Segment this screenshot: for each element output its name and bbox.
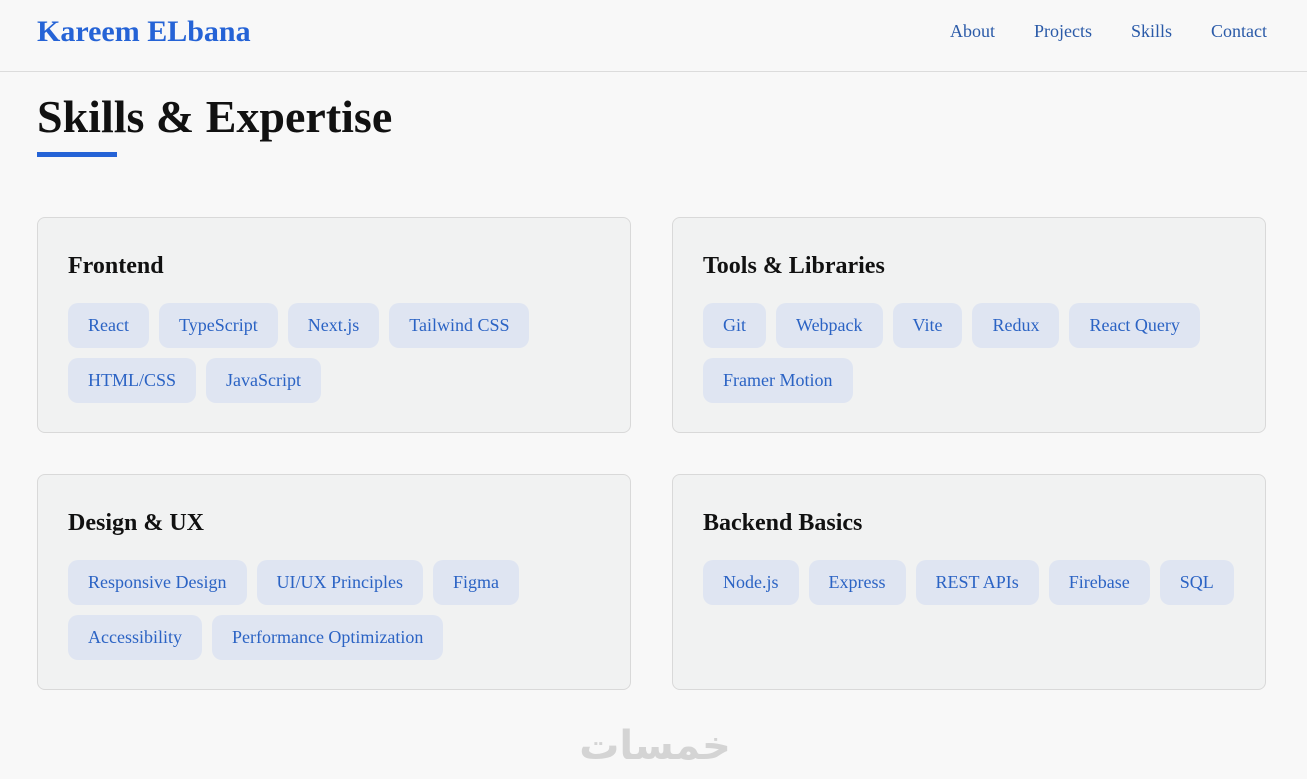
skill-tag-redux[interactable]: Redux	[972, 303, 1060, 348]
skill-tag-react[interactable]: React	[68, 303, 149, 348]
skill-tag-tailwind-css[interactable]: Tailwind CSS	[389, 303, 530, 348]
skill-tag-react-query[interactable]: React Query	[1069, 303, 1200, 348]
skill-tag-accessibility[interactable]: Accessibility	[68, 615, 202, 660]
skill-card-title: Backend Basics	[703, 510, 863, 536]
skill-tag-firebase[interactable]: Firebase	[1048, 560, 1150, 605]
skill-card-backend-basics: Backend Basics Node.js Express REST APIs…	[672, 474, 1266, 690]
skill-tag-ui-ux-principles[interactable]: UI/UX Principles	[256, 560, 423, 605]
skill-tag-list: Responsive Design UI/UX Principles Figma…	[68, 560, 608, 660]
nav-link-contact[interactable]: Contact	[1211, 18, 1267, 44]
skill-tag-nextjs[interactable]: Next.js	[287, 303, 380, 348]
skill-card-design-ux: Design & UX Responsive Design UI/UX Prin…	[37, 474, 631, 690]
skill-tag-rest-apis[interactable]: REST APIs	[915, 560, 1039, 605]
skill-tag-framer-motion[interactable]: Framer Motion	[703, 358, 853, 403]
brand-logo-link[interactable]: Kareem ELbana	[37, 12, 251, 52]
page-title: Skills & Expertise	[37, 91, 393, 142]
skill-card-tools-libraries: Tools & Libraries Git Webpack Vite Redux…	[672, 217, 1266, 433]
skill-tag-performance-optimization[interactable]: Performance Optimization	[211, 615, 444, 660]
skill-tag-webpack[interactable]: Webpack	[776, 303, 883, 348]
skill-card-title: Tools & Libraries	[703, 253, 885, 279]
khamsat-watermark-logo: خمسات	[579, 723, 731, 769]
skill-card-title: Design & UX	[68, 510, 204, 536]
skill-tag-sql[interactable]: SQL	[1159, 560, 1234, 605]
skill-tag-figma[interactable]: Figma	[432, 560, 519, 605]
skill-tag-javascript[interactable]: JavaScript	[206, 358, 322, 403]
title-underline	[37, 152, 117, 157]
main-navigation: About Projects Skills Contact	[911, 18, 1267, 44]
nav-link-about[interactable]: About	[950, 18, 995, 44]
skill-card-frontend: Frontend React TypeScript Next.js Tailwi…	[37, 217, 631, 433]
skill-tag-list: Git Webpack Vite Redux React Query Frame…	[703, 303, 1243, 403]
skill-tag-list: Node.js Express REST APIs Firebase SQL	[703, 560, 1243, 605]
skill-tag-list: React TypeScript Next.js Tailwind CSS HT…	[68, 303, 608, 403]
skill-tag-vite[interactable]: Vite	[892, 303, 963, 348]
skill-tag-nodejs[interactable]: Node.js	[703, 560, 799, 605]
skill-tag-responsive-design[interactable]: Responsive Design	[68, 560, 247, 605]
skill-tag-html-css[interactable]: HTML/CSS	[68, 358, 197, 403]
nav-link-skills[interactable]: Skills	[1131, 18, 1172, 44]
skill-tag-express[interactable]: Express	[808, 560, 906, 605]
skill-card-title: Frontend	[68, 253, 164, 279]
skill-tag-git[interactable]: Git	[703, 303, 767, 348]
skill-tag-typescript[interactable]: TypeScript	[158, 303, 278, 348]
nav-link-projects[interactable]: Projects	[1034, 18, 1092, 44]
top-navbar: Kareem ELbana About Projects Skills Cont…	[0, 0, 1307, 72]
